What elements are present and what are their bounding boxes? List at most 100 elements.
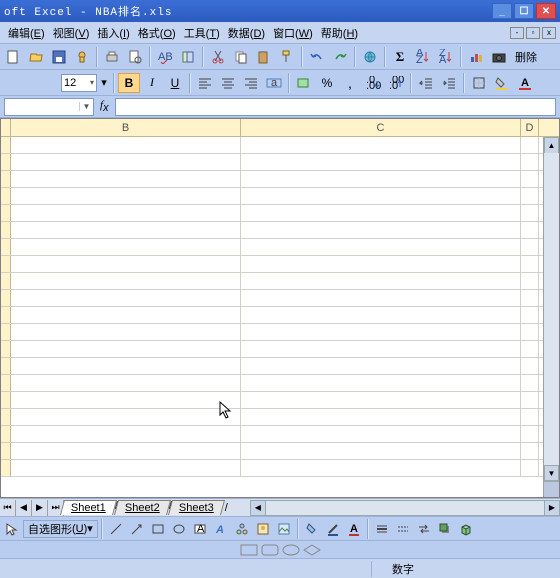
col-header-C[interactable]: C — [241, 119, 521, 136]
font-dropdown-icon[interactable]: ▾ — [98, 72, 110, 94]
select-objects-icon[interactable] — [2, 519, 22, 539]
camera-icon[interactable] — [488, 46, 510, 68]
cell[interactable] — [11, 137, 241, 153]
cell[interactable] — [11, 205, 241, 221]
sheet-tab-sheet2[interactable]: Sheet2 — [114, 500, 171, 515]
cell[interactable] — [241, 426, 521, 442]
menu-i[interactable]: 插入(I) — [93, 26, 133, 42]
font-color-draw-icon[interactable]: A — [344, 519, 364, 539]
chart-icon[interactable] — [465, 46, 487, 68]
align-center-icon[interactable] — [217, 73, 239, 93]
copy-icon[interactable] — [230, 46, 252, 68]
insert-picture-icon[interactable] — [274, 519, 294, 539]
vertical-scrollbar[interactable]: ▲ ▼ — [543, 137, 559, 497]
font-color-icon[interactable]: A — [514, 73, 536, 93]
dash-style-icon[interactable] — [393, 519, 413, 539]
cell[interactable] — [11, 375, 241, 391]
cell-grid[interactable] — [1, 137, 559, 497]
open-icon[interactable] — [25, 46, 47, 68]
cell[interactable] — [521, 426, 539, 442]
fill-bucket-icon[interactable] — [302, 519, 322, 539]
select-all-corner[interactable] — [1, 119, 11, 136]
menu-w[interactable]: 窗口(W) — [269, 26, 317, 42]
cell[interactable] — [11, 239, 241, 255]
diagram-icon[interactable] — [232, 519, 252, 539]
shape-roundrect-icon[interactable] — [260, 540, 280, 560]
cut-icon[interactable] — [207, 46, 229, 68]
underline-button[interactable]: U — [164, 73, 186, 93]
menu-d[interactable]: 数据(D) — [224, 26, 269, 42]
cell[interactable] — [241, 392, 521, 408]
menu-o[interactable]: 格式(O) — [134, 26, 180, 42]
comma-icon[interactable]: , — [339, 73, 361, 93]
cell[interactable] — [521, 358, 539, 374]
cell[interactable] — [521, 273, 539, 289]
autosum-icon[interactable]: Σ — [389, 46, 411, 68]
shadow-icon[interactable] — [435, 519, 455, 539]
cell[interactable] — [11, 154, 241, 170]
delete-label[interactable]: 删除 — [511, 49, 541, 65]
cell[interactable] — [11, 222, 241, 238]
cell[interactable] — [241, 171, 521, 187]
save-icon[interactable] — [48, 46, 70, 68]
cell[interactable] — [241, 273, 521, 289]
cell[interactable] — [521, 392, 539, 408]
wb-restore-icon[interactable]: ▫ — [526, 27, 540, 39]
new-icon[interactable] — [2, 46, 24, 68]
paste-icon[interactable] — [253, 46, 275, 68]
cell[interactable] — [521, 137, 539, 153]
textbox-icon[interactable]: A — [190, 519, 210, 539]
name-box[interactable]: ▼ — [4, 98, 94, 116]
cell[interactable] — [521, 443, 539, 459]
cell[interactable] — [11, 392, 241, 408]
formula-input[interactable] — [115, 98, 556, 116]
cell[interactable] — [11, 409, 241, 425]
cell[interactable] — [241, 188, 521, 204]
menu-v[interactable]: 视图(V) — [49, 26, 94, 42]
shape-diamond-icon[interactable] — [302, 540, 322, 560]
line-style-icon[interactable] — [372, 519, 392, 539]
spelling-icon[interactable]: ABC — [154, 46, 176, 68]
tab-prev-icon[interactable]: ◀ — [16, 500, 32, 516]
cell[interactable] — [241, 443, 521, 459]
arrow-icon[interactable] — [127, 519, 147, 539]
cell[interactable] — [521, 154, 539, 170]
scroll-left-icon[interactable]: ◀ — [250, 500, 266, 516]
cell[interactable] — [521, 460, 539, 476]
cell[interactable] — [521, 409, 539, 425]
cell[interactable] — [241, 307, 521, 323]
hyperlink-icon[interactable] — [359, 46, 381, 68]
shape-rect-icon[interactable] — [239, 540, 259, 560]
wordart-icon[interactable]: A — [211, 519, 231, 539]
tab-first-icon[interactable]: ⏮ — [0, 500, 16, 516]
cell[interactable] — [11, 460, 241, 476]
sheet-tab-sheet1[interactable]: Sheet1 — [60, 500, 117, 515]
scroll-right-icon[interactable]: ▶ — [544, 500, 560, 516]
line-icon[interactable] — [106, 519, 126, 539]
cell[interactable] — [241, 460, 521, 476]
shape-oval-icon[interactable] — [281, 540, 301, 560]
format-painter-icon[interactable] — [276, 46, 298, 68]
cell[interactable] — [521, 290, 539, 306]
borders-icon[interactable] — [468, 73, 490, 93]
maximize-button[interactable]: ☐ — [514, 3, 534, 19]
cell[interactable] — [11, 171, 241, 187]
cell[interactable] — [521, 188, 539, 204]
cell[interactable] — [241, 137, 521, 153]
line-color-icon[interactable] — [323, 519, 343, 539]
cell[interactable] — [11, 290, 241, 306]
col-header-B[interactable]: B — [11, 119, 241, 136]
autoshapes-button[interactable]: 自选图形(U)▾ — [23, 520, 98, 538]
cell[interactable] — [241, 239, 521, 255]
col-header-D[interactable]: D — [521, 119, 539, 136]
scroll-down-icon[interactable]: ▼ — [544, 465, 559, 481]
cell[interactable] — [521, 171, 539, 187]
print-preview-icon[interactable] — [124, 46, 146, 68]
decrease-decimal-icon[interactable]: .00.0 — [385, 73, 407, 93]
cell[interactable] — [241, 341, 521, 357]
rectangle-icon[interactable] — [148, 519, 168, 539]
close-button[interactable]: ✕ — [536, 3, 556, 19]
cell[interactable] — [521, 375, 539, 391]
arrow-style-icon[interactable] — [414, 519, 434, 539]
redo-icon[interactable] — [329, 46, 351, 68]
